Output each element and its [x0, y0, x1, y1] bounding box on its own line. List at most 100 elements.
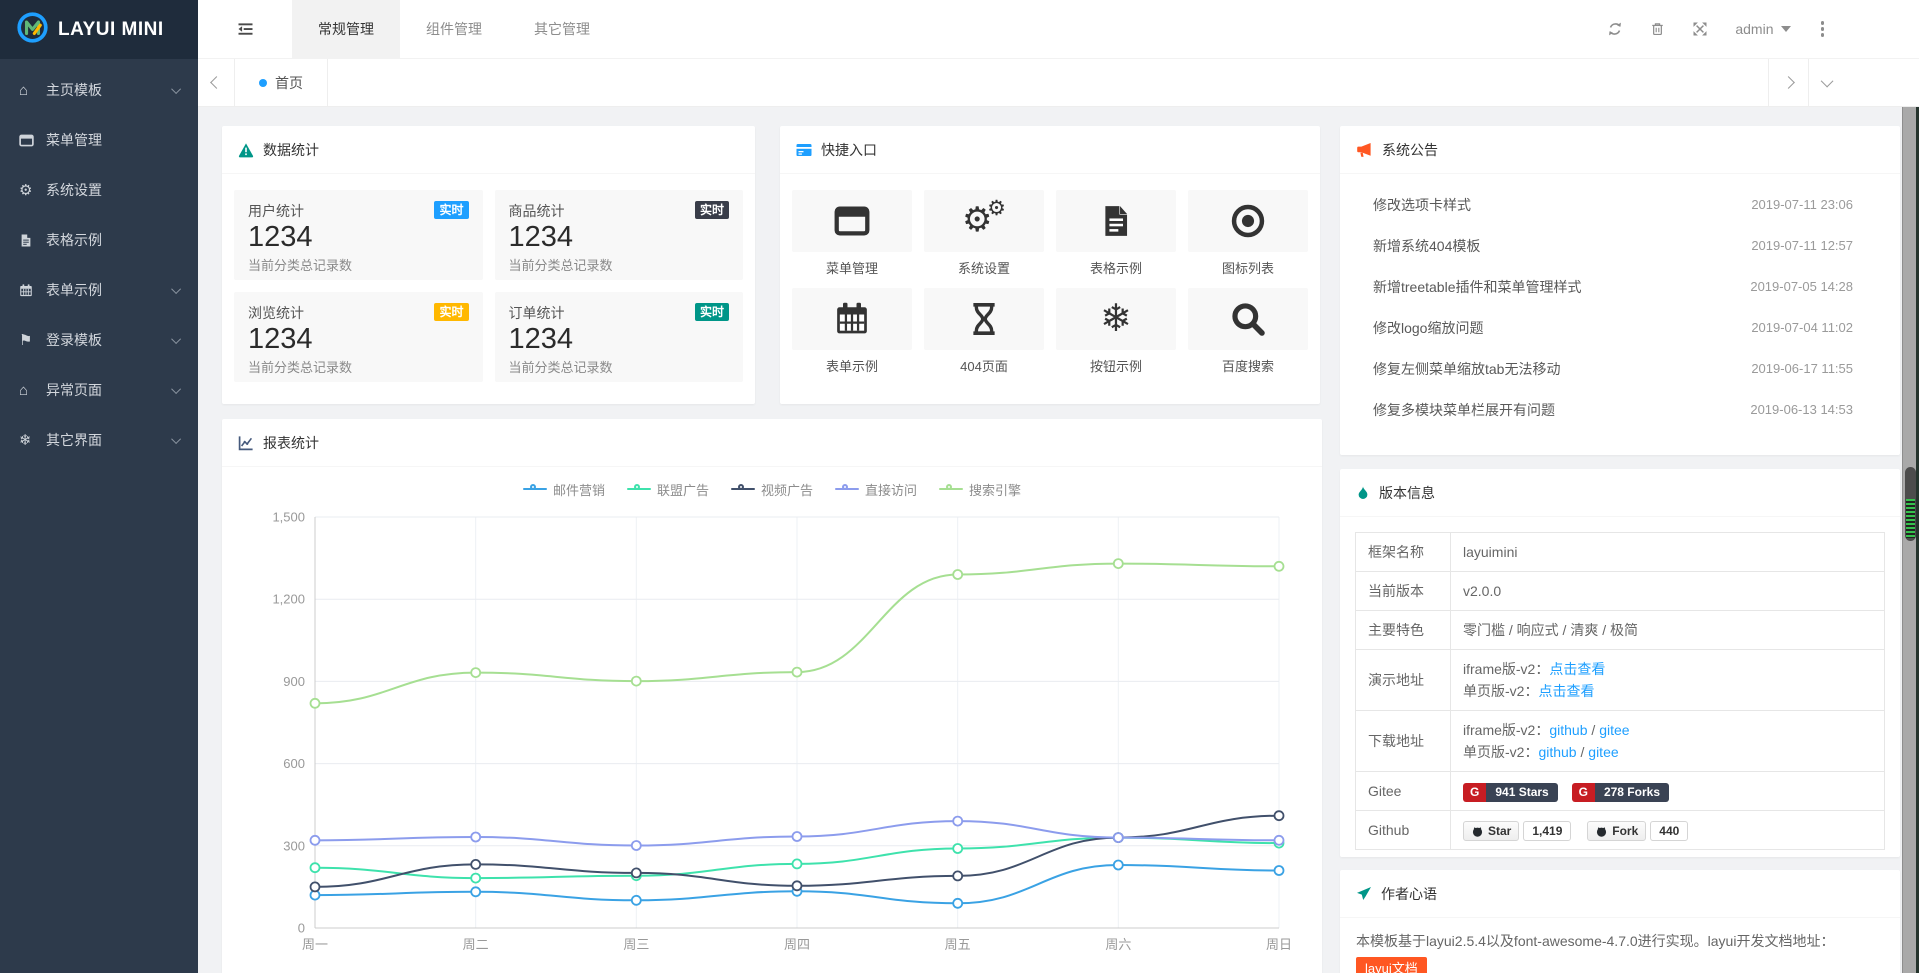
demo-iframe-link[interactable]: 点击查看: [1549, 661, 1605, 677]
announcement-item[interactable]: 修复多模块菜单栏展开有问题 2019-06-13 14:53: [1355, 389, 1885, 430]
svg-text:周二: 周二: [463, 937, 489, 952]
tab-scroll-left-button[interactable]: [198, 59, 235, 106]
announcement-item[interactable]: 新增系统404模板 2019-07-11 12:57: [1355, 225, 1885, 266]
snowflake-icon: ❄: [1056, 288, 1176, 350]
author-words-card: 作者心语 本模板基于layui2.5.4以及font-awesome-4.7.0…: [1340, 870, 1900, 973]
page-scrollbar[interactable]: [1902, 107, 1919, 973]
legend-item-2[interactable]: 视频广告: [731, 480, 813, 499]
chevron-down-icon: [1821, 75, 1834, 88]
brand[interactable]: LAYUI MINI: [0, 0, 198, 59]
version-info-card: 版本信息 框架名称 layuimini 当前版本 v2.0.0 主要特色 零门槛…: [1340, 469, 1900, 857]
data-stats-header: 数据统计: [222, 126, 755, 174]
gear-icon: ⚙: [19, 181, 41, 199]
top-tab-other-manage[interactable]: 其它管理: [508, 0, 616, 58]
quick-button-demo[interactable]: ❄ 按钮示例: [1056, 288, 1176, 386]
sidebar-item-login-templates[interactable]: ⚑ 登录模板: [0, 315, 198, 365]
download-github-link[interactable]: github: [1538, 744, 1576, 760]
github-star-count[interactable]: 1,419: [1523, 821, 1571, 841]
announcement-item[interactable]: 修改logo缩放问题 2019-07-04 11:02: [1355, 307, 1885, 348]
hourglass-icon: [924, 288, 1044, 350]
sidebar-item-system-settings[interactable]: ⚙ 系统设置: [0, 165, 198, 215]
github-octocat-icon: [1471, 825, 1484, 838]
layui-doc-badge[interactable]: layui文档: [1356, 957, 1427, 973]
sidebar-item-menu-manage[interactable]: 菜单管理: [0, 115, 198, 165]
refresh-button[interactable]: [1607, 21, 1623, 37]
announcement-item[interactable]: 修复左侧菜单缩放tab无法移动 2019-06-17 11:55: [1355, 348, 1885, 389]
gitee-stars-badge[interactable]: G941 Stars: [1463, 783, 1558, 802]
announcement-text: 修复左侧菜单缩放tab无法移动: [1373, 359, 1560, 379]
gitee-stars-count: 941 Stars: [1486, 783, 1557, 802]
demo-spa-link[interactable]: 点击查看: [1538, 683, 1594, 699]
quick-icon-list[interactable]: 图标列表: [1188, 190, 1308, 288]
stat-name: 商品统计: [509, 201, 565, 221]
user-menu[interactable]: admin: [1735, 21, 1790, 37]
tab-home[interactable]: 首页: [235, 59, 328, 106]
gears-icon: ⚙⚙: [924, 190, 1044, 252]
quick-label: 表格示例: [1056, 252, 1176, 288]
top-header: 常规管理 组件管理 其它管理: [198, 0, 1919, 59]
stat-box-products: 商品统计 实时 1234 当前分类总记录数: [495, 190, 744, 280]
quick-menu-manage[interactable]: 菜单管理: [792, 190, 912, 288]
sidebar-item-other-pages[interactable]: ❄ 其它界面: [0, 415, 198, 465]
quick-label: 百度搜索: [1188, 350, 1308, 386]
download-github-link[interactable]: github: [1549, 722, 1587, 738]
gitee-icon: G: [1572, 783, 1595, 802]
quick-404-page[interactable]: 404页面: [924, 288, 1044, 386]
fullscreen-button[interactable]: [1692, 21, 1708, 37]
more-options-button[interactable]: [1818, 18, 1828, 40]
warning-triangle-icon: [238, 142, 254, 158]
github-star-button[interactable]: Star: [1463, 821, 1519, 841]
tab-operations-dropdown[interactable]: [1808, 59, 1848, 106]
brand-title: LAYUI MINI: [58, 19, 164, 41]
legend-item-1[interactable]: 联盟广告: [627, 480, 709, 499]
sidebar-collapse-button[interactable]: [198, 0, 292, 58]
announcement-text: 修改选项卡样式: [1373, 195, 1471, 215]
top-tab-component-manage[interactable]: 组件管理: [400, 0, 508, 58]
tab-scroll-right-button[interactable]: [1768, 59, 1808, 106]
table-row: 框架名称 layuimini: [1356, 533, 1885, 572]
stat-value: 1234: [248, 323, 469, 356]
quick-baidu-search[interactable]: 百度搜索: [1188, 288, 1308, 386]
calendar-icon: [19, 283, 41, 298]
github-fork-count[interactable]: 440: [1650, 821, 1688, 841]
quick-label: 按钮示例: [1056, 350, 1176, 386]
snowflake-icon: ❄: [19, 431, 41, 449]
legend-item-3[interactable]: 直接访问: [835, 480, 917, 499]
github-star-label: Star: [1488, 824, 1511, 839]
download-gitee-link[interactable]: gitee: [1588, 744, 1618, 760]
legend-item-4[interactable]: 搜索引擎: [939, 480, 1021, 499]
sidebar-item-table-demo[interactable]: 表格示例: [0, 215, 198, 265]
gitee-forks-badge[interactable]: G278 Forks: [1572, 783, 1669, 802]
version-header: 版本信息: [1340, 469, 1900, 517]
legend-item-0[interactable]: 邮件营销: [523, 480, 605, 499]
main-content: 数据统计 用户统计 实时 1234 当前分类总记录数 商品统计 实时 12: [198, 107, 1902, 973]
gitee-forks-count: 278 Forks: [1595, 783, 1669, 802]
gitee-icon: G: [1463, 783, 1486, 802]
sidebar-item-error-pages[interactable]: ⌂ 异常页面: [0, 365, 198, 415]
row-label: Github: [1356, 811, 1451, 850]
github-fork-widget: Fork 440: [1587, 821, 1688, 841]
quick-entry-card: 快捷入口 菜单管理 ⚙⚙ 系统设置: [780, 126, 1320, 404]
stat-desc: 当前分类总记录数: [248, 255, 469, 274]
table-row: Gitee G941 Stars G278 Forks: [1356, 772, 1885, 811]
announcement-item[interactable]: 新增treetable插件和菜单管理样式 2019-07-05 14:28: [1355, 266, 1885, 307]
announcement-date: 2019-07-11 23:06: [1751, 197, 1853, 212]
sidebar-item-home-templates[interactable]: ⌂ 主页模板: [0, 65, 198, 115]
quick-label: 菜单管理: [792, 252, 912, 288]
down-line2-prefix: 单页版-v2：: [1463, 744, 1538, 760]
scrollbar-thumb[interactable]: [1905, 467, 1916, 541]
top-tab-general-manage[interactable]: 常规管理: [292, 0, 400, 58]
sidebar-item-form-demo[interactable]: 表单示例: [0, 265, 198, 315]
window-icon: [792, 190, 912, 252]
quick-form-demo[interactable]: 表单示例: [792, 288, 912, 386]
download-gitee-link[interactable]: gitee: [1599, 722, 1629, 738]
clear-cache-button[interactable]: [1650, 21, 1665, 37]
top-tab-label: 其它管理: [534, 19, 590, 39]
announcement-date: 2019-07-11 12:57: [1751, 238, 1853, 253]
quick-system-settings[interactable]: ⚙⚙ 系统设置: [924, 190, 1044, 288]
github-fork-label: Fork: [1612, 824, 1638, 839]
quick-table-demo[interactable]: 表格示例: [1056, 190, 1176, 288]
announcement-item[interactable]: 修改选项卡样式 2019-07-11 23:06: [1355, 184, 1885, 225]
github-fork-button[interactable]: Fork: [1587, 821, 1646, 841]
sidebar-item-label: 系统设置: [46, 180, 181, 200]
